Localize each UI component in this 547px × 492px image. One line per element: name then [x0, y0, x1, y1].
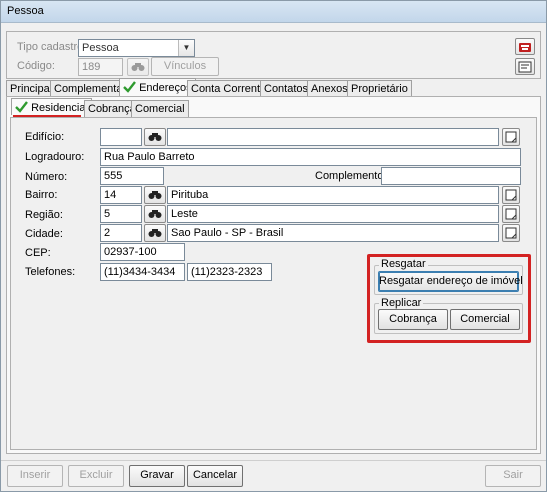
checkmark-icon [123, 81, 136, 93]
tipo-cadastro-label: Tipo cadastro [17, 41, 84, 53]
tab-label: Anexos [311, 83, 348, 95]
cidade-name-field[interactable]: Sao Paulo - SP - Brasil [167, 224, 499, 242]
tipo-cadastro-select[interactable]: Pessoa ▼ [78, 39, 195, 57]
resgatar-endereco-button[interactable]: Resgatar endereço de imóvel [378, 271, 523, 292]
tab-contatos[interactable]: Contatos [260, 80, 313, 97]
vinculos-button: Vínculos [151, 57, 219, 76]
tab-label: Contatos [264, 83, 309, 95]
telefone2-field[interactable]: (11)2323-2323 [187, 263, 272, 281]
excluir-button: Excluir [68, 465, 124, 487]
replicar-group-label: Replicar [379, 297, 424, 309]
regiao-code-field[interactable]: 5 [100, 205, 142, 223]
subtab-label: Residencial [31, 102, 88, 114]
cidade-label: Cidade: [25, 228, 63, 240]
tab-label: Complementar [54, 83, 127, 95]
subtab-comercial[interactable]: Comercial [131, 100, 189, 117]
bairro-label: Bairro: [25, 189, 58, 201]
search-icon [127, 58, 149, 76]
notes-icon[interactable] [515, 58, 535, 75]
search-icon[interactable] [144, 186, 166, 204]
tab-label: Proprietário [351, 83, 408, 95]
telefones-label: Telefones: [25, 266, 76, 278]
tab-label: Conta Corrente [191, 83, 267, 95]
tab-anexos[interactable]: Anexos [307, 80, 352, 97]
tab-enderecos[interactable]: Endereços [119, 78, 196, 97]
search-icon[interactable] [144, 128, 166, 146]
search-icon[interactable] [144, 224, 166, 242]
cidade-code-field[interactable]: 2 [100, 224, 142, 242]
chevron-down-icon[interactable]: ▼ [178, 40, 194, 56]
subtab-label: Comercial [135, 103, 185, 115]
subtab-residencial[interactable]: Residencial [11, 98, 92, 115]
tab-proprietario[interactable]: Proprietário [347, 80, 412, 97]
footer-separator [1, 460, 546, 461]
complemento-label: Complemento: [315, 170, 387, 182]
tab-label: Principal [10, 83, 53, 95]
pessoa-window: Pessoa Tipo cadastro Pessoa ▼ Código: 18… [0, 0, 547, 492]
codigo-label: Código: [17, 60, 55, 72]
bairro-code-field[interactable]: 14 [100, 186, 142, 204]
contact-card-icon[interactable] [515, 38, 535, 55]
notes-icon[interactable] [502, 128, 520, 146]
subtab-label: Cobrança [88, 103, 136, 115]
window-title: Pessoa [1, 1, 546, 23]
edificio-code-field[interactable] [100, 128, 142, 146]
checkmark-icon [15, 101, 28, 113]
search-icon[interactable] [144, 205, 166, 223]
cancelar-button[interactable]: Cancelar [187, 465, 243, 487]
inserir-button: Inserir [7, 465, 63, 487]
sair-button: Sair [485, 465, 541, 487]
tab-label: Endereços [139, 82, 192, 94]
notes-icon[interactable] [502, 224, 520, 242]
logradouro-label: Logradouro: [25, 151, 85, 163]
tab-conta-corrente[interactable]: Conta Corrente [187, 80, 271, 97]
cep-field[interactable]: 02937-100 [100, 243, 185, 261]
telefone1-field[interactable]: (11)3434-3434 [100, 263, 185, 281]
logradouro-field[interactable]: Rua Paulo Barreto [100, 148, 521, 166]
numero-field[interactable]: 555 [100, 167, 164, 185]
codigo-field: 189 [78, 58, 123, 76]
numero-label: Número: [25, 171, 68, 183]
notes-icon[interactable] [502, 205, 520, 223]
tipo-cadastro-value: Pessoa [82, 42, 119, 54]
bairro-name-field[interactable]: Pirituba [167, 186, 499, 204]
notes-icon[interactable] [502, 186, 520, 204]
regiao-name-field[interactable]: Leste [167, 205, 499, 223]
tab-principal[interactable]: Principal [6, 80, 57, 97]
edificio-label: Edifício: [25, 131, 65, 143]
edificio-name-field[interactable] [167, 128, 499, 146]
complemento-field[interactable] [381, 167, 521, 185]
replicar-comercial-button[interactable]: Comercial [450, 309, 520, 330]
resgatar-group-label: Resgatar [379, 258, 428, 270]
replicar-cobranca-button[interactable]: Cobrança [378, 309, 448, 330]
cep-label: CEP: [25, 247, 51, 259]
gravar-button[interactable]: Gravar [129, 465, 185, 487]
regiao-label: Região: [25, 209, 63, 221]
